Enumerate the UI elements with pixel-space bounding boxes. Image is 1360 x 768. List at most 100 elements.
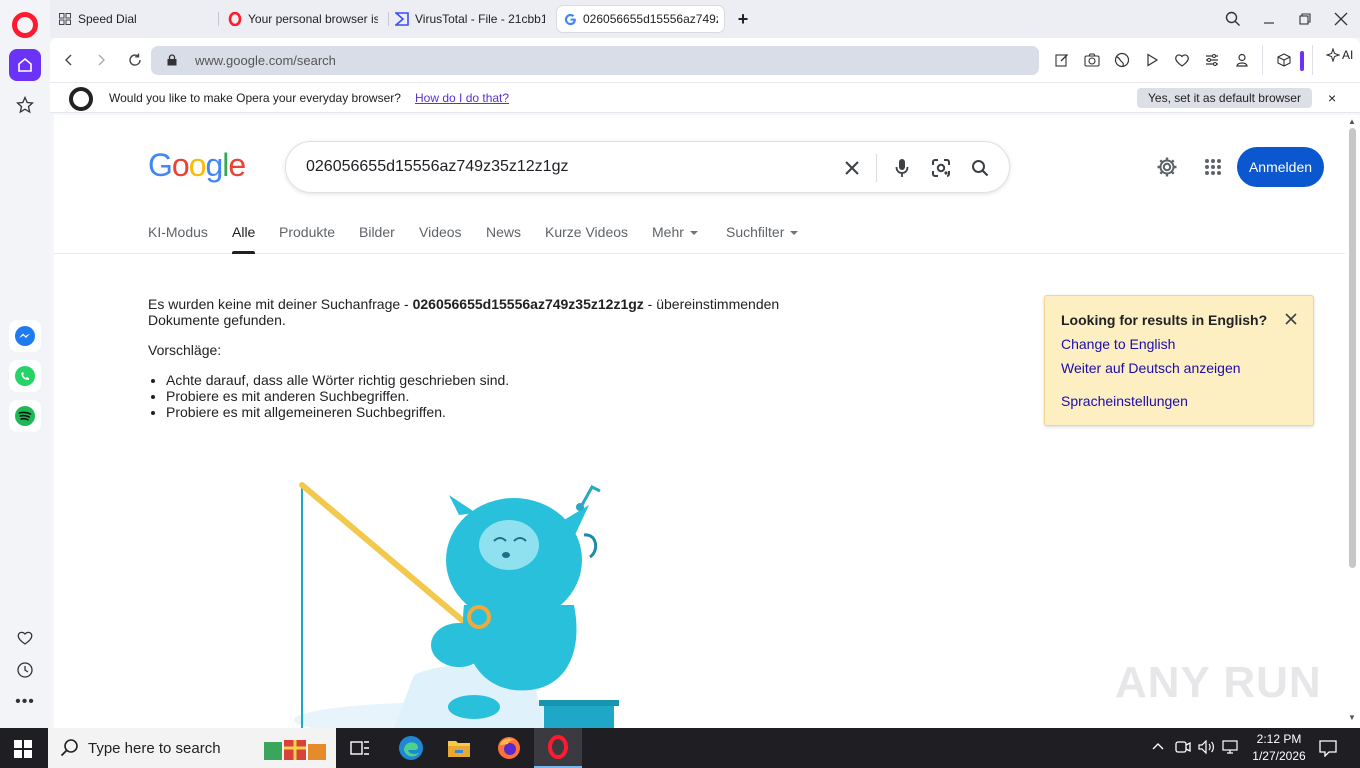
language-card-title: Looking for results in English? — [1061, 312, 1268, 328]
tab-speed-dial[interactable]: Speed Dial — [52, 6, 212, 32]
star-icon[interactable] — [9, 89, 41, 121]
windows-start-icon[interactable] — [14, 740, 32, 761]
home-icon[interactable] — [9, 49, 41, 81]
reload-icon[interactable] — [125, 50, 145, 70]
no-results-message: Es wurden keine mit deiner Suchanfrage -… — [148, 296, 808, 420]
tab-ki-modus[interactable]: KI-Modus — [148, 224, 208, 254]
notifications-icon[interactable] — [1319, 739, 1337, 760]
change-to-english-link[interactable]: Change to English — [1061, 336, 1175, 352]
chevron-down-icon — [790, 231, 799, 236]
tab-videos[interactable]: Videos — [419, 224, 462, 254]
tab-bilder[interactable]: Bilder — [359, 224, 395, 254]
clock-date: 1/27/2026 — [1252, 749, 1306, 763]
tab-produkte[interactable]: Produkte — [279, 224, 335, 254]
back-icon[interactable] — [59, 50, 79, 70]
settings-gear-icon[interactable] — [1155, 155, 1179, 179]
address-bar-row: www.google.com/search AI — [50, 38, 1360, 82]
player-icon[interactable] — [1142, 50, 1162, 70]
tab-mehr[interactable]: Mehr — [652, 224, 698, 254]
tab-alle[interactable]: Alle — [232, 224, 256, 254]
bookmarks-heart-icon[interactable] — [1172, 50, 1192, 70]
continue-german-link[interactable]: Weiter auf Deutsch anzeigen — [1061, 360, 1241, 376]
how-to-link[interactable]: How do I do that? — [415, 91, 509, 105]
search-box[interactable]: 026056655d15556az749z35z12z1gz — [285, 141, 1010, 193]
search-divider — [876, 154, 877, 182]
history-icon[interactable] — [9, 654, 41, 686]
tray-chevron-up-icon[interactable] — [1151, 740, 1165, 757]
sign-in-button[interactable]: Anmelden — [1237, 147, 1324, 187]
meet-now-icon[interactable] — [1175, 740, 1191, 757]
suggestion-item: Achte darauf, dass alle Wörter richtig g… — [166, 372, 808, 388]
spotify-icon[interactable] — [9, 400, 41, 432]
vpn-globe-icon[interactable] — [1112, 50, 1132, 70]
tab-label: Produkte — [279, 224, 336, 240]
clear-search-icon[interactable] — [840, 156, 864, 180]
microphone-icon[interactable] — [890, 156, 914, 180]
volume-icon[interactable] — [1198, 739, 1216, 757]
page-scrollbar[interactable]: ▲ ▼ — [1345, 115, 1360, 728]
taskbar-clock[interactable]: 2:12 PM 1/27/2026 — [1244, 731, 1314, 765]
messenger-icon[interactable] — [9, 320, 41, 352]
watermark-text: ANY RUN — [1115, 658, 1322, 707]
google-icon — [563, 12, 577, 26]
tab-virustotal[interactable]: VirusTotal - File - 21cbb1 — [389, 6, 551, 32]
tab-opera[interactable]: Your personal browser is a — [222, 6, 384, 32]
forward-icon[interactable] — [91, 50, 111, 70]
network-icon[interactable] — [1222, 740, 1238, 757]
more-icon[interactable]: ••• — [9, 686, 41, 718]
file-explorer-icon[interactable] — [435, 728, 483, 768]
scroll-up-icon[interactable]: ▲ — [1348, 117, 1356, 126]
opera-icon — [228, 12, 242, 26]
google-apps-icon[interactable] — [1201, 155, 1225, 179]
search-input[interactable]: 026056655d15556az749z35z12z1gz — [306, 158, 568, 176]
new-tab-button[interactable]: + — [733, 9, 753, 29]
no-results-prefix: Es wurden keine mit deiner Suchanfrage - — [148, 296, 413, 312]
search-submit-icon[interactable] — [968, 156, 992, 180]
opera-logo-icon — [69, 87, 93, 111]
tab-kurze-videos[interactable]: Kurze Videos — [545, 224, 628, 254]
language-settings-link[interactable]: Spracheinstellungen — [1061, 393, 1188, 409]
toolbar-divider — [1262, 45, 1263, 75]
extensions-cube-icon[interactable] — [1274, 50, 1294, 70]
opera-taskbar-icon[interactable] — [534, 728, 582, 768]
camera-icon[interactable] — [1082, 50, 1102, 70]
firefox-icon[interactable] — [485, 728, 533, 768]
tab-search-icon[interactable] — [1221, 9, 1245, 29]
suggestion-item: Probiere es mit allgemeineren Suchbegrif… — [166, 404, 808, 420]
active-tab-underline — [232, 251, 256, 254]
close-window-icon[interactable] — [1329, 9, 1353, 29]
virustotal-icon — [395, 12, 409, 26]
easy-setup-icon[interactable] — [1202, 50, 1222, 70]
tab-google-active[interactable]: 026056655d15556az749z — [557, 6, 724, 32]
whatsapp-icon[interactable] — [9, 360, 41, 392]
edit-icon[interactable] — [1052, 50, 1072, 70]
windows-taskbar: Type here to search 2:12 PM 1/27/2026 — [0, 728, 1360, 768]
minimize-icon[interactable] — [1257, 9, 1281, 29]
taskbar-search[interactable]: Type here to search — [48, 728, 336, 768]
opera-logo-icon[interactable] — [12, 12, 38, 38]
scrollbar-thumb[interactable] — [1349, 128, 1356, 568]
opera-sidebar: ••• — [0, 0, 50, 728]
anyrun-watermark: ANY RUN — [1115, 658, 1322, 708]
address-bar[interactable]: www.google.com/search — [151, 46, 1039, 75]
restore-icon[interactable] — [1293, 9, 1317, 29]
profile-icon[interactable] — [1232, 50, 1252, 70]
default-browser-bar: Would you like to make Opera your everyd… — [50, 82, 1360, 113]
close-icon[interactable] — [1283, 311, 1299, 327]
aria-ai-button[interactable]: AI — [1326, 48, 1353, 62]
language-suggestion-card: Looking for results in English? Change t… — [1044, 295, 1314, 426]
google-logo[interactable]: Google — [148, 147, 246, 184]
tab-label: Bilder — [359, 224, 395, 240]
set-default-button[interactable]: Yes, set it as default browser — [1137, 88, 1312, 108]
tab-label: News — [486, 224, 522, 240]
speed-dial-icon — [58, 12, 72, 26]
scroll-down-icon[interactable]: ▼ — [1348, 713, 1356, 722]
tab-news[interactable]: News — [486, 224, 521, 254]
infobar-close-button[interactable]: × — [1328, 90, 1336, 106]
heart-icon[interactable] — [9, 622, 41, 654]
clock-time: 2:12 PM — [1256, 732, 1302, 746]
google-lens-icon[interactable] — [929, 156, 953, 180]
tab-suchfilter[interactable]: Suchfilter — [726, 224, 799, 254]
task-view-icon[interactable] — [336, 728, 384, 768]
edge-icon[interactable] — [387, 728, 435, 768]
